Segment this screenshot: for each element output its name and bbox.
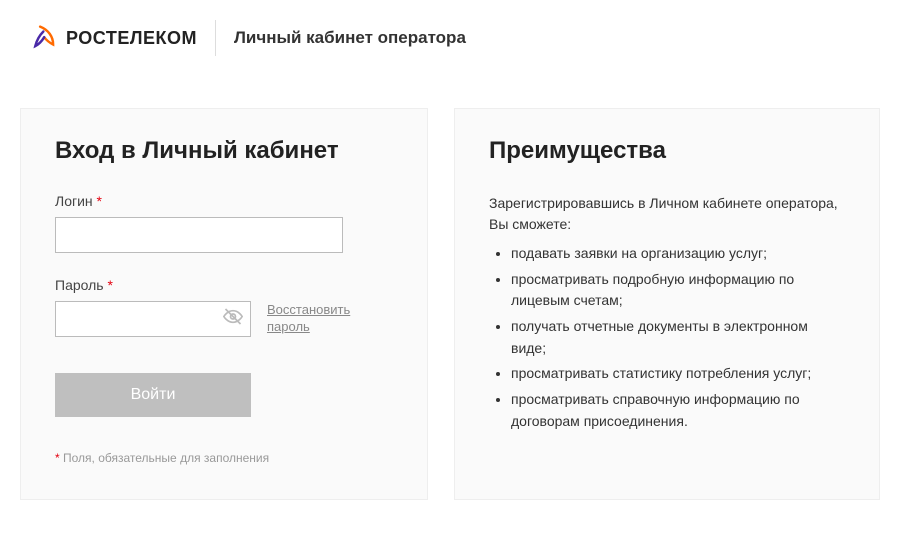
password-field: Пароль * Восстановить пароль: [55, 277, 393, 337]
header-divider: [215, 20, 216, 56]
list-item: получать отчетные документы в электронно…: [511, 316, 845, 359]
list-item: подавать заявки на организацию услуг;: [511, 243, 845, 265]
login-field: Логин *: [55, 193, 393, 253]
benefits-heading: Преимущества: [489, 137, 845, 165]
login-button[interactable]: Войти: [55, 373, 251, 417]
eye-off-icon[interactable]: [223, 307, 243, 332]
logo: РОСТЕЛЕКОМ: [32, 25, 197, 51]
required-star-icon: *: [55, 451, 60, 465]
footnote-text: Поля, обязательные для заполнения: [63, 451, 269, 465]
logo-text: РОСТЕЛЕКОМ: [66, 28, 197, 49]
benefits-list: подавать заявки на организацию услуг; пр…: [489, 243, 845, 433]
list-item: просматривать статистику потребления усл…: [511, 363, 845, 385]
content: Вход в Личный кабинет Логин * Пароль *: [20, 108, 880, 500]
list-item: просматривать подробную информацию по ли…: [511, 269, 845, 312]
header: РОСТЕЛЕКОМ Личный кабинет оператора: [20, 20, 880, 56]
required-star-icon: *: [107, 277, 112, 293]
password-label-text: Пароль: [55, 277, 104, 293]
restore-password-link[interactable]: Восстановить пароль: [267, 302, 357, 336]
password-label: Пароль *: [55, 277, 393, 293]
rostelecom-logo-icon: [32, 25, 58, 51]
login-label-text: Логин: [55, 193, 93, 209]
list-item: просматривать справочную информацию по д…: [511, 389, 845, 432]
password-input[interactable]: [55, 301, 251, 337]
required-star-icon: *: [97, 193, 102, 209]
login-input[interactable]: [55, 217, 343, 253]
required-footnote: * Поля, обязательные для заполнения: [55, 451, 393, 465]
benefits-panel: Преимущества Зарегистрировавшись в Лично…: [454, 108, 880, 500]
benefits-intro: Зарегистрировавшись в Личном кабинете оп…: [489, 193, 845, 235]
login-label: Логин *: [55, 193, 393, 209]
login-heading: Вход в Личный кабинет: [55, 137, 393, 165]
page-title: Личный кабинет оператора: [234, 28, 466, 48]
login-panel: Вход в Личный кабинет Логин * Пароль *: [20, 108, 428, 500]
